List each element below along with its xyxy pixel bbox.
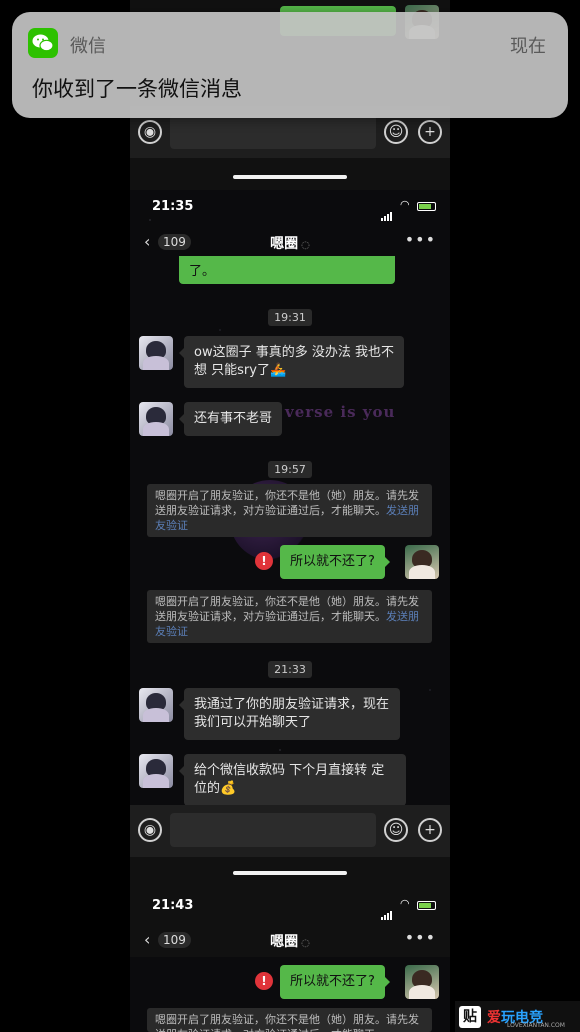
system-notice: 嗯圈开启了朋友验证，你还不是他（她）朋友。请先发送朋友验证请求，对方验证通过后，… bbox=[147, 484, 432, 537]
signal-icon bbox=[381, 901, 393, 920]
mute-icon: ◌ bbox=[301, 240, 310, 251]
brand-watermark: 贴 爱玩电竞 LOVEXIANTAN.COM bbox=[455, 1001, 580, 1032]
background-watermark-text: verse is you bbox=[285, 403, 396, 421]
wechat-icon bbox=[28, 28, 58, 58]
brand-subtitle: LOVEXIANTAN.COM bbox=[507, 1022, 565, 1029]
notification-time: 现在 bbox=[510, 36, 546, 57]
battery-icon bbox=[417, 901, 436, 910]
chat-bubble-incoming[interactable]: 我通过了你的朋友验证请求，现在我们可以开始聊天了 bbox=[179, 688, 400, 740]
notification-message: 你收到了一条微信消息 bbox=[32, 77, 242, 101]
more-icon[interactable]: ••• bbox=[405, 230, 436, 249]
chat-bubble-incoming[interactable]: 给个微信收款码 下个月直接转 定位的💰 bbox=[179, 754, 406, 805]
timestamp: 21:33 bbox=[130, 658, 450, 678]
chat-bubble-outgoing[interactable]: 所以就不还了? bbox=[280, 545, 390, 579]
avatar[interactable] bbox=[139, 688, 173, 722]
system-notice: 嗯圈开启了朋友验证，你还不是他（她）朋友。请先发送朋友验证请求，对方验证通过后，… bbox=[147, 590, 432, 643]
message-input[interactable] bbox=[170, 115, 376, 149]
avatar[interactable] bbox=[139, 336, 173, 370]
avatar[interactable] bbox=[405, 965, 439, 999]
timestamp: 19:57 bbox=[130, 458, 450, 478]
error-icon[interactable]: ! bbox=[255, 552, 273, 570]
signal-icon bbox=[381, 202, 393, 221]
chat-bubble-incoming[interactable]: ow这圈子 事真的多 没办法 我也不想 只能sry了🚣 bbox=[179, 336, 404, 388]
battery-icon bbox=[417, 202, 436, 211]
system-notice: 嗯圈开启了朋友验证，你还不是他（她）朋友。请先发送朋友验证请求，对方验证通过后，… bbox=[147, 1008, 432, 1032]
notification-app-name: 微信 bbox=[70, 36, 106, 57]
wifi-icon: ◠ bbox=[400, 198, 410, 211]
chat-title: 嗯圈 ◌ bbox=[270, 934, 310, 950]
chat-nav-bar: ‹ 109 嗯圈 ◌ ••• bbox=[130, 228, 450, 258]
more-icon[interactable]: ••• bbox=[405, 928, 436, 947]
voice-icon[interactable]: ◉ bbox=[138, 818, 162, 842]
notification-banner[interactable]: 微信 现在 你收到了一条微信消息 bbox=[12, 12, 568, 118]
tie-icon: 贴 bbox=[459, 1005, 481, 1028]
emoji-icon[interactable]: ☺ bbox=[384, 120, 408, 144]
status-time: 21:43 bbox=[152, 898, 194, 913]
chat-screen-2: ◉ ☺ + 21:43 ◠ ‹ 109 嗯圈 ◌ ••• ! 所以就不还了? 嗯圈… bbox=[130, 805, 450, 1032]
emoji-icon[interactable]: ☺ bbox=[384, 818, 408, 842]
wifi-icon: ◠ bbox=[400, 897, 410, 910]
mute-icon: ◌ bbox=[301, 938, 310, 949]
home-indicator[interactable] bbox=[233, 871, 347, 875]
plus-icon[interactable]: + bbox=[418, 818, 442, 842]
status-time: 21:35 bbox=[152, 199, 194, 214]
chat-bubble-outgoing-partial: 了。 bbox=[179, 256, 395, 284]
voice-icon[interactable]: ◉ bbox=[138, 120, 162, 144]
chat-bubble-outgoing[interactable]: 所以就不还了? bbox=[280, 965, 390, 999]
chat-nav-bar: ‹ 109 嗯圈 ◌ ••• bbox=[130, 926, 450, 956]
status-bar: 21:35 ◠ bbox=[130, 192, 450, 222]
message-input[interactable] bbox=[170, 813, 376, 847]
avatar[interactable] bbox=[139, 402, 173, 436]
input-bar: ◉ ☺ + bbox=[130, 805, 450, 857]
timestamp: 19:31 bbox=[130, 306, 450, 326]
chat-title: 嗯圈 ◌ bbox=[270, 236, 310, 252]
avatar[interactable] bbox=[405, 545, 439, 579]
plus-icon[interactable]: + bbox=[418, 120, 442, 144]
status-bar: 21:43 ◠ bbox=[130, 891, 450, 921]
error-icon[interactable]: ! bbox=[255, 972, 273, 990]
chat-bubble-incoming[interactable]: 还有事不老哥 bbox=[178, 402, 283, 436]
avatar[interactable] bbox=[139, 754, 173, 788]
home-indicator[interactable] bbox=[233, 175, 347, 179]
chat-screen-1: verse is you 21:35 ◠ ‹ 109 嗯圈 ◌ ••• 了。 19… bbox=[130, 190, 450, 805]
